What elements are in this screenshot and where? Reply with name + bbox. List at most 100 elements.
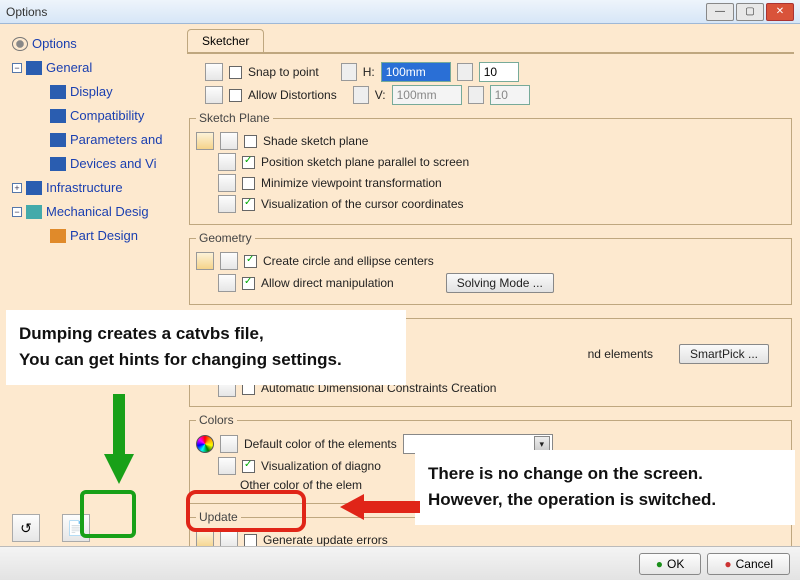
reset-icon[interactable] [196,132,214,150]
label-position: Position sketch plane parallel to screen [261,155,469,169]
tree-display[interactable]: Display [50,80,181,104]
red-highlight-box [186,490,306,532]
checkbox-shade[interactable] [244,135,257,148]
window-title: Options [6,5,47,19]
red-arrow-icon [340,492,420,525]
label-vis-diag: Visualization of diagno [261,459,381,473]
param-icon [50,133,66,147]
label-shade: Shade sketch plane [263,134,368,148]
lock-icon[interactable] [457,63,473,81]
tab-row: Sketcher [187,28,794,54]
label-minimize: Minimize viewpoint transformation [261,176,442,190]
annotation-op-l1: There is no change on the screen. [428,461,782,487]
tree-part-label: Part Design [70,224,138,248]
tree-display-label: Display [70,80,113,104]
tree-devices-label: Devices and Vi [70,152,156,176]
lock-icon[interactable] [205,86,223,104]
expand-icon[interactable]: + [12,183,22,193]
label-snap: Snap to point [248,65,319,79]
tree-partdesign[interactable]: Part Design [50,224,181,248]
input-h-grad[interactable] [479,62,519,82]
annotation-dump-l1: Dumping creates a catvbs file, [19,321,393,347]
collapse-icon[interactable]: − [12,63,22,73]
gear-icon [12,37,28,51]
options-tree: Options − General Display Compatibility P… [0,24,185,546]
tree-param-label: Parameters and [70,128,163,152]
green-arrow-icon [104,394,134,497]
checkbox-snap[interactable] [229,66,242,79]
maximize-button[interactable]: ▢ [736,3,764,21]
solving-mode-button[interactable]: Solving Mode ... [446,273,554,293]
lock-icon[interactable] [218,153,236,171]
checkbox-allow-distortions[interactable] [229,89,242,102]
collapse-icon[interactable]: − [12,207,22,217]
cancel-button[interactable]: ● Cancel [707,553,790,575]
legend-geometry: Geometry [196,231,255,245]
lock-icon[interactable] [468,86,484,104]
lock-icon[interactable] [220,132,238,150]
lock-icon[interactable] [220,531,238,546]
close-button[interactable]: ✕ [766,3,794,21]
tree-general-label: General [46,56,92,80]
label-default-color: Default color of the elements [244,437,397,451]
tree-root[interactable]: Options [12,32,181,56]
lock-icon[interactable] [220,252,238,270]
tree-general[interactable]: − General [12,56,181,80]
checkbox-position[interactable] [242,156,255,169]
group-geometry: Geometry Create circle and ellipse cente… [189,231,792,305]
input-v-spacing [392,85,462,105]
ok-label: OK [667,557,684,571]
tree-parameters[interactable]: Parameters and [50,128,181,152]
infra-icon [26,181,42,195]
label-h: H: [363,65,375,79]
lock-icon[interactable] [220,435,238,453]
cancel-label: Cancel [736,557,773,571]
lock-icon[interactable] [205,63,223,81]
title-bar: Options — ▢ ✕ [0,0,800,24]
tree-root-label: Options [32,32,77,56]
minimize-button[interactable]: — [706,3,734,21]
lock-icon[interactable] [218,174,236,192]
checkbox-direct-manip[interactable] [242,277,255,290]
tree-mechdesign[interactable]: −Mechanical Desig [12,200,181,224]
ok-button[interactable]: ● OK [639,553,702,575]
checkbox-minimize[interactable] [242,177,255,190]
tab-sketcher[interactable]: Sketcher [187,29,264,52]
tree-infra-label: Infrastructure [46,176,123,200]
bottom-toolbar: ↺ 📄 [12,514,90,542]
compat-icon [50,109,66,123]
lock-icon[interactable] [218,457,236,475]
annotation-dump-l2: You can get hints for changing settings. [19,347,393,373]
reset-icon[interactable] [196,252,214,270]
legend-colors: Colors [196,413,237,427]
tree-infra[interactable]: + Infrastructure [12,176,181,200]
annotation-op-l2: However, the operation is switched. [428,487,782,513]
reset-settings-button[interactable]: ↺ [12,514,40,542]
smartpick-button[interactable]: SmartPick ... [679,344,769,364]
legend-sketchplane: Sketch Plane [196,111,273,125]
label-elements: nd elements [588,347,653,361]
checkbox-gen-errors[interactable] [244,534,257,547]
label-circle: Create circle and ellipse centers [263,254,434,268]
color-wheel-icon [196,435,214,453]
group-sketchplane: Sketch Plane Shade sketch plane Position… [189,111,792,225]
checkbox-circle-centers[interactable] [244,255,257,268]
input-h-spacing[interactable] [381,62,451,82]
reset-icon[interactable] [196,531,214,546]
lock-icon[interactable] [218,274,236,292]
checkbox-vis-diag[interactable] [242,460,255,473]
checkbox-cursor-vis[interactable] [242,198,255,211]
folder-icon [26,61,42,75]
label-v: V: [375,88,386,102]
check-icon: ● [656,557,663,571]
lock-icon[interactable] [353,86,369,104]
annotation-dump: Dumping creates a catvbs file, You can g… [6,310,406,385]
tree-compatibility[interactable]: Compatibility [50,104,181,128]
lock-icon[interactable] [218,195,236,213]
lock-icon[interactable] [341,63,357,81]
green-highlight-box [80,490,136,538]
cancel-icon: ● [724,557,731,571]
tree-devices[interactable]: Devices and Vi [50,152,181,176]
display-icon [50,85,66,99]
label-cursor-vis: Visualization of the cursor coordinates [261,197,464,211]
